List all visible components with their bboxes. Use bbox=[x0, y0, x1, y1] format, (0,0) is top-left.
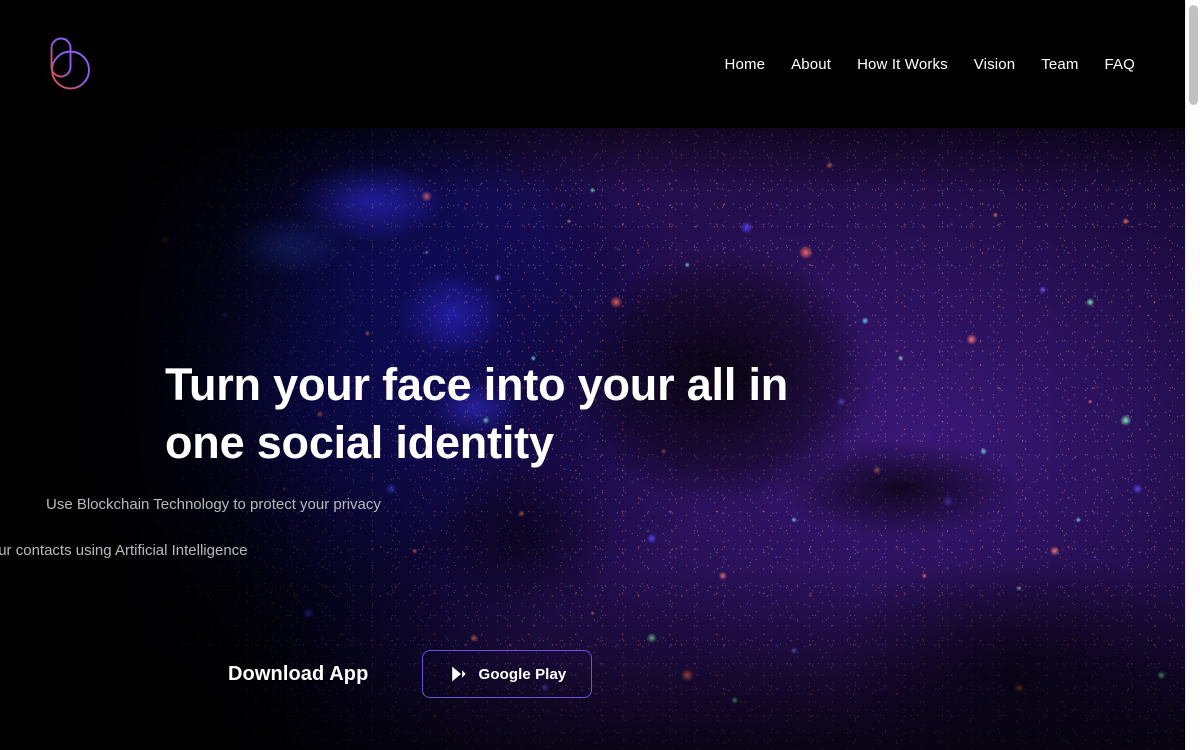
page-viewport: Turn your face into your all in one soci… bbox=[0, 0, 1185, 750]
google-play-icon bbox=[449, 665, 467, 683]
brand-b-logo-icon[interactable] bbox=[42, 33, 98, 95]
download-row: Download App Google Play bbox=[228, 650, 593, 698]
scrollbar-thumb[interactable] bbox=[1189, 5, 1198, 105]
download-app-label: Download App bbox=[228, 662, 369, 685]
nav-item-vision[interactable]: Vision bbox=[961, 49, 1028, 80]
nav-item-how-it-works[interactable]: How It Works bbox=[844, 49, 961, 80]
main-navigation: Home About How It Works Vision Team FAQ bbox=[711, 0, 1148, 128]
page-root: Turn your face into your all in one soci… bbox=[0, 0, 1200, 750]
nav-item-about[interactable]: About bbox=[778, 49, 844, 80]
hero-subline-1: Use Blockchain Technology to protect you… bbox=[46, 496, 381, 513]
nav-item-faq[interactable]: FAQ bbox=[1092, 49, 1148, 80]
google-play-label: Google Play bbox=[478, 665, 567, 683]
page-scrollbar[interactable] bbox=[1185, 0, 1200, 750]
nav-item-home[interactable]: Home bbox=[711, 49, 778, 80]
google-play-button[interactable]: Google Play bbox=[422, 650, 593, 698]
hero-bottom-vignette bbox=[0, 563, 1185, 750]
nav-item-team[interactable]: Team bbox=[1028, 49, 1091, 80]
hero-subline-2: Manage your contacts using Artificial In… bbox=[0, 542, 248, 559]
hero-headline: Turn your face into your all in one soci… bbox=[165, 359, 789, 468]
site-header: Home About How It Works Vision Team FAQ bbox=[0, 0, 1185, 128]
